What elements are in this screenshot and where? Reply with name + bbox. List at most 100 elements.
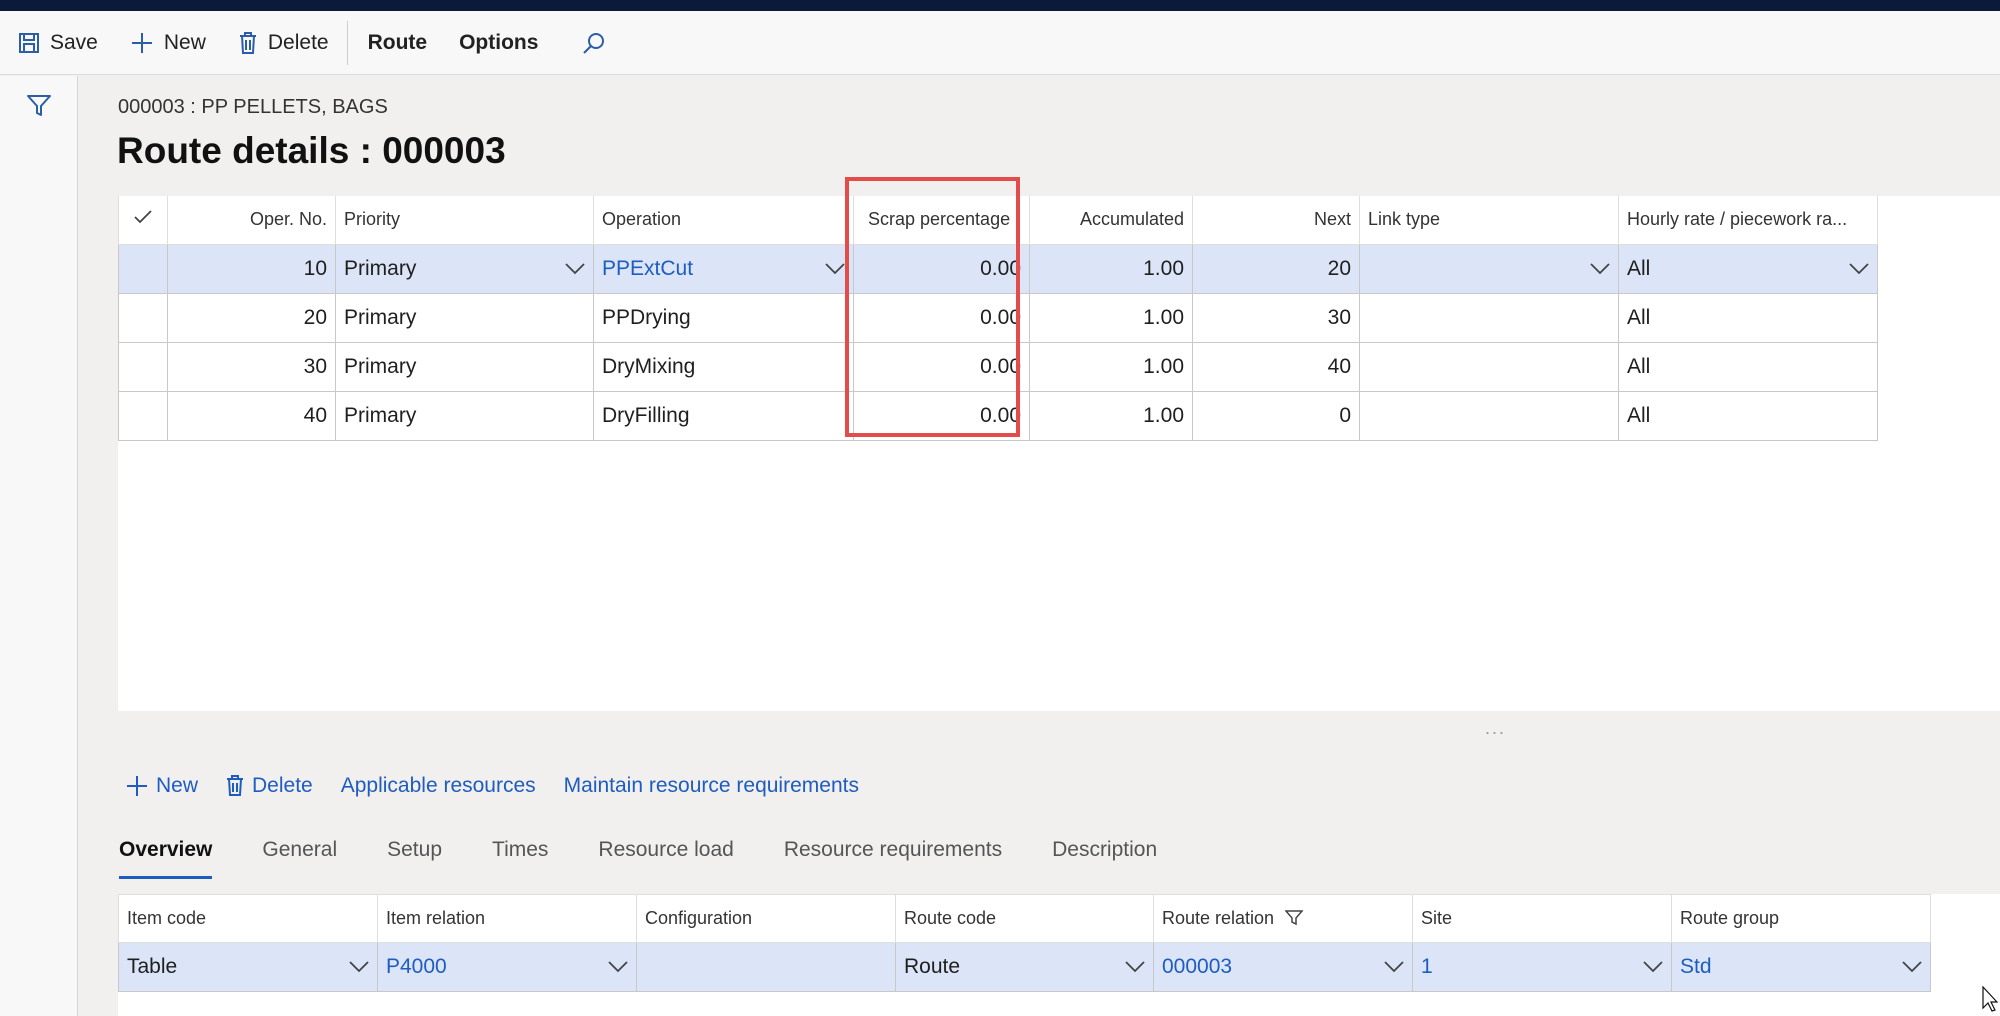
operation-cell[interactable]: DryFilling: [593, 390, 854, 441]
table-row[interactable]: Table P4000 Route 000003 1 Std: [118, 942, 1931, 992]
hourly-rate-cell[interactable]: All: [1618, 292, 1878, 343]
col-route-group[interactable]: Route group: [1671, 894, 1931, 943]
line-delete-button[interactable]: Delete: [226, 774, 313, 798]
toolbar-divider: [346, 20, 348, 65]
oper-no-cell[interactable]: 30: [167, 341, 336, 392]
new-button[interactable]: New: [130, 11, 206, 75]
table-header-row: Oper. No. Priority Operation Scrap perce…: [118, 196, 1878, 245]
tab-setup[interactable]: Setup: [387, 838, 442, 882]
col-item-code[interactable]: Item code: [118, 894, 378, 943]
pane-splitter[interactable]: ...: [1485, 718, 1506, 739]
save-button[interactable]: Save: [18, 11, 98, 75]
line-new-button[interactable]: New: [126, 774, 198, 798]
options-menu-button[interactable]: Options: [459, 11, 538, 75]
col-item-relation[interactable]: Item relation: [377, 894, 637, 943]
hourly-rate-cell[interactable]: All: [1618, 390, 1878, 441]
oper-no-cell[interactable]: 20: [167, 292, 336, 343]
row-selector[interactable]: [118, 390, 168, 441]
priority-cell[interactable]: Primary: [335, 292, 594, 343]
col-operation[interactable]: Operation: [593, 196, 854, 245]
scrap-percentage-input[interactable]: 0.00: [853, 243, 1030, 294]
link-type-cell[interactable]: [1359, 341, 1619, 392]
tab-general[interactable]: General: [262, 838, 337, 882]
site-select[interactable]: 1: [1412, 942, 1672, 992]
item-code-select[interactable]: Table: [118, 942, 378, 992]
next-cell[interactable]: 0: [1192, 390, 1360, 441]
scrap-percentage-cell[interactable]: 0.00: [853, 292, 1030, 343]
priority-cell[interactable]: Primary: [335, 390, 594, 441]
accumulated-cell[interactable]: 1.00: [1029, 292, 1193, 343]
col-accumulated[interactable]: Accumulated: [1029, 196, 1193, 245]
row-selector[interactable]: [118, 292, 168, 343]
tab-resource-load[interactable]: Resource load: [598, 838, 733, 882]
table-row[interactable]: 10 Primary PPExtCut 0.00 1.00 20 All: [118, 243, 1878, 294]
page-title: Route details : 000003: [117, 130, 506, 171]
operation-select[interactable]: PPExtCut: [593, 243, 854, 294]
table-row[interactable]: 30 Primary DryMixing 0.00 1.00 40 All: [118, 341, 1878, 392]
trash-icon: [239, 31, 256, 54]
operation-value: PPExtCut: [602, 256, 694, 280]
col-link-type[interactable]: Link type: [1359, 196, 1619, 245]
col-route-relation[interactable]: Route relation: [1153, 894, 1413, 943]
route-menu-button[interactable]: Route: [368, 11, 428, 75]
next-input[interactable]: 20: [1192, 243, 1360, 294]
priority-value: Primary: [344, 256, 417, 280]
priority-cell[interactable]: Primary: [335, 341, 594, 392]
search-button[interactable]: [582, 11, 616, 75]
oper-no-cell[interactable]: 40: [167, 390, 336, 441]
priority-select[interactable]: Primary: [335, 243, 594, 294]
delete-label: Delete: [267, 30, 329, 54]
checkmark-icon: [134, 210, 152, 224]
next-cell[interactable]: 30: [1192, 292, 1360, 343]
col-configuration[interactable]: Configuration: [636, 894, 896, 943]
maintain-resource-requirements-button[interactable]: Maintain resource requirements: [564, 774, 859, 798]
route-code-select[interactable]: Route: [895, 942, 1154, 992]
next-cell[interactable]: 40: [1192, 341, 1360, 392]
applicable-resources-button[interactable]: Applicable resources: [341, 774, 536, 798]
accumulated-cell[interactable]: 1.00: [1029, 390, 1193, 441]
scrap-percentage-cell[interactable]: 0.00: [853, 341, 1030, 392]
hourly-rate-select[interactable]: All: [1618, 243, 1878, 294]
row-selector[interactable]: [118, 341, 168, 392]
item-relation-select[interactable]: P4000: [377, 942, 637, 992]
accumulated-input[interactable]: 1.00: [1029, 243, 1193, 294]
hourly-rate-value: All: [1627, 256, 1651, 280]
overview-table: Item code Item relation Configuration Ro…: [118, 894, 1931, 992]
delete-button[interactable]: Delete: [238, 11, 329, 75]
col-scrap-percentage[interactable]: Scrap percentage: [853, 196, 1030, 245]
tab-resource-requirements[interactable]: Resource requirements: [784, 838, 1002, 882]
table-row[interactable]: 20 Primary PPDrying 0.00 1.00 30 All: [118, 292, 1878, 343]
col-site[interactable]: Site: [1412, 894, 1672, 943]
link-type-cell[interactable]: [1359, 292, 1619, 343]
plus-icon: [131, 32, 152, 53]
item-code-value: Table: [127, 955, 178, 978]
route-relation-select[interactable]: 000003: [1153, 942, 1413, 992]
operation-cell[interactable]: DryMixing: [593, 341, 854, 392]
row-selector[interactable]: [118, 243, 168, 294]
oper-no-cell[interactable]: 10: [167, 243, 336, 294]
accumulated-cell[interactable]: 1.00: [1029, 341, 1193, 392]
hourly-rate-cell[interactable]: All: [1618, 341, 1878, 392]
route-group-select[interactable]: Std: [1671, 942, 1931, 992]
plus-icon: [127, 776, 147, 796]
col-hourly-rate[interactable]: Hourly rate / piecework ra...: [1618, 196, 1878, 245]
link-type-cell[interactable]: [1359, 390, 1619, 441]
scrap-percentage-cell[interactable]: 0.00: [853, 390, 1030, 441]
col-oper-no[interactable]: Oper. No.: [167, 196, 336, 245]
operation-cell[interactable]: PPDrying: [593, 292, 854, 343]
col-route-code[interactable]: Route code: [895, 894, 1154, 943]
table-row[interactable]: 40 Primary DryFilling 0.00 1.00 0 All: [118, 390, 1878, 441]
col-priority[interactable]: Priority: [335, 196, 594, 245]
save-icon: [19, 32, 39, 53]
tab-times[interactable]: Times: [492, 838, 548, 882]
lines-toolbar: New Delete Applicable resources Maintain…: [126, 770, 887, 802]
tab-overview[interactable]: Overview: [119, 838, 213, 882]
operations-table: Oper. No. Priority Operation Scrap perce…: [118, 196, 1878, 441]
tab-description[interactable]: Description: [1052, 838, 1157, 882]
configuration-input[interactable]: [636, 942, 896, 992]
filter-pane-button[interactable]: [26, 94, 52, 123]
link-type-select[interactable]: [1359, 243, 1619, 294]
chevron-down-icon: [1643, 961, 1663, 973]
col-next[interactable]: Next: [1192, 196, 1360, 245]
select-all-checkbox[interactable]: [118, 196, 168, 245]
